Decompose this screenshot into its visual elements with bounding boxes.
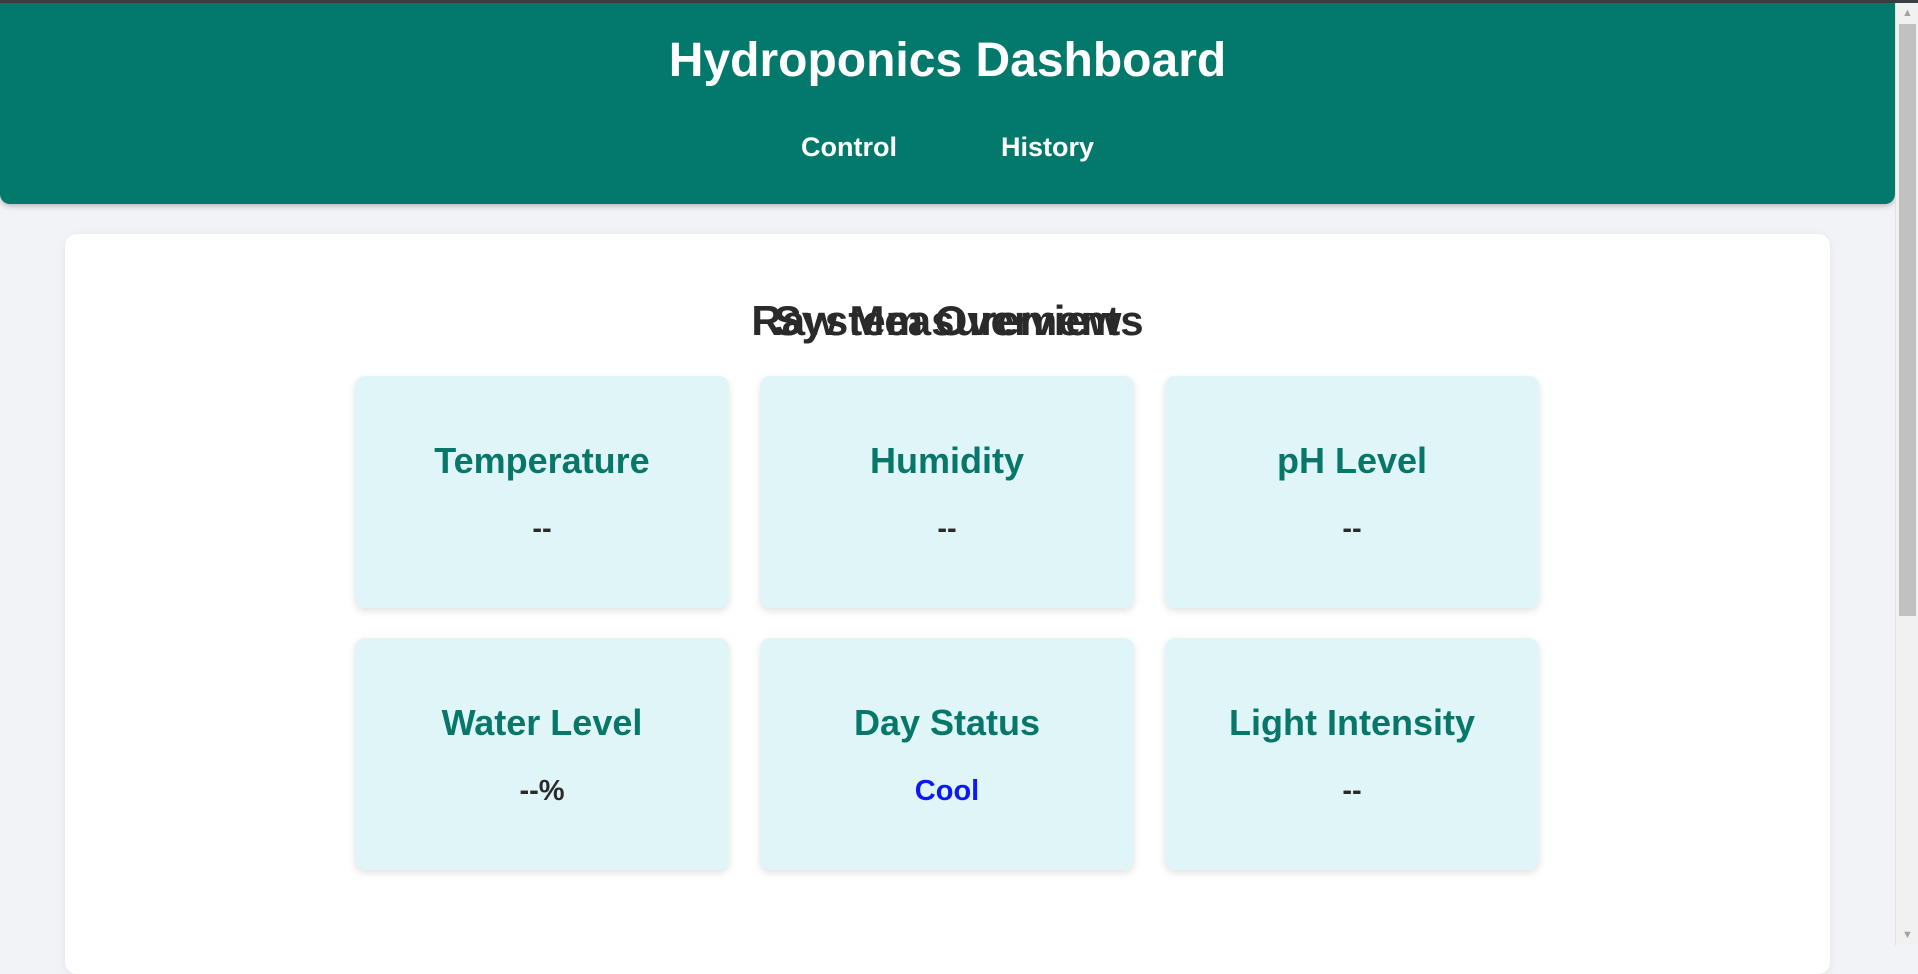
card-day-status: Day Status Cool <box>760 638 1134 870</box>
card-title: Day Status <box>853 702 1041 743</box>
day-status-value: Cool <box>914 775 980 807</box>
card-light-intensity: Light Intensity -- <box>1165 638 1539 870</box>
card-temperature: Temperature -- <box>355 376 729 608</box>
main-nav: Control History <box>0 130 1895 164</box>
card-ph-level: pH Level -- <box>1165 376 1539 608</box>
dashboard-header: Hydroponics Dashboard Control History <box>0 3 1895 204</box>
raw-measurements-heading: Raw Measurements <box>751 297 1144 344</box>
card-title: Light Intensity <box>1229 702 1475 743</box>
scroll-up-arrow-icon[interactable]: ▲ <box>1896 3 1918 23</box>
ph-level-value: -- <box>1342 513 1362 545</box>
card-water-level: Water Level --% <box>355 638 729 870</box>
card-title: Temperature <box>434 440 650 481</box>
sensor-card-grid: Temperature -- Humidity -- pH Level -- W… <box>355 376 1539 870</box>
humidity-value: -- <box>937 513 957 545</box>
card-title: pH Level <box>1276 440 1428 481</box>
nav-link-history[interactable]: History <box>1001 130 1094 164</box>
temperature-value: -- <box>532 513 552 545</box>
page-scrollbar[interactable]: ▲ ▼ <box>1895 3 1918 945</box>
nav-link-control[interactable]: Control <box>801 130 897 164</box>
card-humidity: Humidity -- <box>760 376 1134 608</box>
main-content-panel: System Overview Temperature -- Humidity … <box>65 234 1830 974</box>
card-title: Humidity <box>869 440 1024 481</box>
scroll-down-arrow-icon[interactable]: ▼ <box>1896 925 1918 945</box>
card-title: Water Level <box>441 702 643 743</box>
scrollbar-thumb[interactable] <box>1899 24 1916 616</box>
water-level-value: --% <box>519 775 565 807</box>
light-intensity-value: -- <box>1342 775 1362 807</box>
page-title: Hydroponics Dashboard <box>668 34 1227 87</box>
